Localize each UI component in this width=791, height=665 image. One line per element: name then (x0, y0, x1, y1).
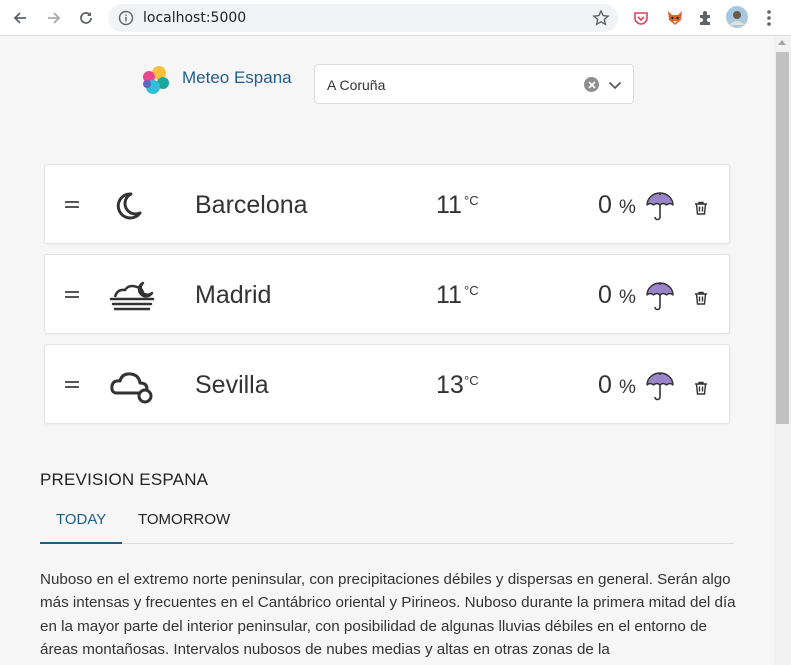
city-select-dropdown[interactable]: A Coruña (314, 64, 634, 104)
star-icon[interactable] (592, 9, 610, 27)
city-card-madrid: Madrid 11 °C 0 % (44, 254, 730, 334)
rain-probability-unit: % (619, 197, 636, 218)
tab-tomorrow[interactable]: TOMORROW (122, 500, 246, 544)
umbrella-icon (645, 191, 675, 223)
temperature-value: 13 (436, 371, 464, 399)
drag-handle-icon[interactable] (65, 291, 79, 299)
clear-selection-icon[interactable] (584, 77, 599, 92)
temperature-unit: °C (464, 193, 479, 208)
scroll-up-arrow-icon[interactable] (778, 40, 786, 45)
drag-handle-icon[interactable] (65, 201, 79, 209)
back-arrow-icon[interactable] (8, 6, 32, 30)
forecast-tabs: TODAY TOMORROW (40, 500, 734, 544)
rain-probability-unit: % (619, 287, 636, 308)
delete-city-trash-icon[interactable] (693, 290, 709, 306)
forecast-description: Nuboso en el extremo norte peninsular, c… (40, 571, 736, 659)
selected-city-value[interactable]: A Coruña (327, 77, 385, 93)
rain-probability-unit: % (619, 377, 636, 398)
profile-avatar[interactable] (725, 5, 749, 29)
drag-handle-icon[interactable] (65, 381, 79, 389)
temperature-unit: °C (464, 283, 479, 298)
temperature-value: 11 (436, 191, 462, 219)
temperature-value: 11 (436, 281, 462, 309)
rain-probability-value: 0 (598, 371, 612, 399)
info-icon[interactable] (118, 10, 134, 26)
city-card-sevilla: Sevilla 13 °C 0 % (44, 344, 730, 424)
fox-extension-icon[interactable] (664, 7, 686, 29)
temperature-unit: °C (464, 373, 479, 388)
city-name: Sevilla (195, 371, 269, 399)
chevron-down-icon[interactable] (608, 78, 622, 92)
umbrella-icon (645, 371, 675, 403)
app-title[interactable]: Meteo Espana (182, 68, 292, 88)
umbrella-icon (645, 281, 675, 313)
city-card-barcelona: Barcelona 11 °C 0 % (44, 164, 730, 244)
rain-probability-value: 0 (598, 191, 612, 219)
puzzle-icon[interactable] (694, 7, 716, 29)
url-text[interactable]: localhost:5000 (143, 10, 246, 26)
more-vert-icon[interactable] (758, 7, 780, 29)
browser-toolbar: localhost:5000 (0, 0, 791, 36)
clear-night-moon-icon (109, 185, 157, 225)
delete-city-trash-icon[interactable] (693, 200, 709, 216)
rain-probability-value: 0 (598, 281, 612, 309)
cloudy-night-icon (109, 365, 157, 405)
fog-night-icon (109, 275, 157, 315)
city-name: Madrid (195, 281, 272, 309)
forward-arrow-icon[interactable] (42, 6, 66, 30)
forecast-section-title: PREVISION ESPANA (40, 470, 209, 489)
reload-icon[interactable] (74, 6, 98, 30)
address-bar[interactable]: localhost:5000 (108, 4, 618, 32)
city-name: Barcelona (195, 191, 308, 219)
meteo-logo-icon (140, 64, 172, 96)
delete-city-trash-icon[interactable] (693, 380, 709, 396)
pocket-extension-icon[interactable] (630, 7, 652, 29)
scrollbar-thumb[interactable] (776, 52, 789, 424)
tab-today[interactable]: TODAY (40, 500, 122, 544)
